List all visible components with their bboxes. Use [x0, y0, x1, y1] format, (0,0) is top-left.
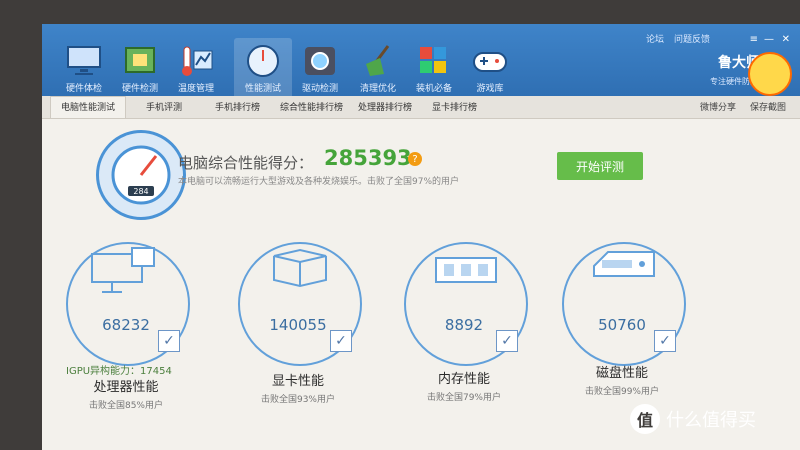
minimize-icon[interactable]: — [764, 34, 774, 45]
tab-gpu-ranking[interactable]: 显卡排行榜 [432, 100, 477, 113]
feedback-link[interactable]: 问题反馈 [674, 32, 710, 45]
forum-link[interactable]: 论坛 [646, 32, 664, 45]
igpu-score: IGPU异构能力：17454 [66, 366, 172, 377]
top-links: 论坛 问题反馈 [646, 32, 710, 45]
watermark-text: 什么值得买 [666, 410, 756, 431]
score-description: 本电脑可以流畅运行大型游戏及各种发烧娱乐。击败了全国97%的用户 [178, 177, 460, 187]
tab-pc-performance[interactable]: 电脑性能测试 [50, 96, 127, 118]
gpu-subtitle: 击败全国93%用户 [260, 395, 335, 405]
check-icon: ✓ [330, 330, 352, 352]
memory-title: 内存性能 [437, 372, 490, 387]
tool-label: 驱动检测 [301, 84, 338, 94]
tool-label: 游戏库 [476, 84, 504, 94]
speedometer-icon: 284 [96, 130, 186, 220]
check-icon: ✓ [496, 330, 518, 352]
monitor-chip-icon [91, 247, 155, 293]
disk-metric: 50760 ✓ [562, 242, 686, 366]
tab-cpu-ranking[interactable]: 处理器排行榜 [358, 100, 412, 113]
monitor-icon[interactable] [62, 44, 106, 78]
save-screenshot-link[interactable]: 保存截图 [750, 100, 786, 113]
tab-phone-ranking[interactable]: 手机排行榜 [215, 100, 260, 113]
close-icon[interactable]: ✕ [782, 34, 790, 45]
gamepad-icon[interactable] [468, 44, 512, 78]
memory-icon [435, 257, 497, 283]
tool-label: 性能测试 [244, 84, 281, 94]
gpu-metric: 140055 ✓ [238, 242, 362, 366]
start-test-button[interactable]: 开始评测 [557, 152, 643, 180]
speedometer-icon[interactable] [241, 44, 285, 78]
cpu-metric: 68232 ✓ [66, 242, 190, 366]
disk-icon [593, 251, 655, 277]
disk-title: 磁盘性能 [595, 366, 648, 381]
cpu-subtitle: 击败全国85%用户 [88, 401, 163, 411]
weibo-share-link[interactable]: 微博分享 [700, 100, 736, 113]
tab-overall-ranking[interactable]: 综合性能排行榜 [280, 100, 343, 113]
chip-icon[interactable] [118, 44, 162, 78]
check-icon: ✓ [158, 330, 180, 352]
score-value: 285393 [324, 146, 412, 170]
subtab-actions: 微博分享 保存截图 [700, 100, 786, 113]
help-icon[interactable]: ? [408, 152, 422, 166]
menu-icon[interactable]: ≡ [750, 34, 758, 45]
graphics-card-icon [273, 248, 327, 288]
tool-label: 硬件检测 [121, 84, 158, 94]
score-panel: 284 电脑综合性能得分： 285393 ? 本电脑可以流畅运行大型游戏及各种发… [42, 120, 800, 230]
cpu-title: 处理器性能 [93, 380, 159, 395]
tab-phone-review[interactable]: 手机评测 [146, 100, 182, 113]
tool-label: 温度管理 [177, 84, 214, 94]
broom-icon[interactable] [356, 44, 400, 78]
watermark: 值 什么值得买 [630, 404, 756, 434]
tool-label: 装机必备 [415, 84, 452, 94]
gear-icon[interactable] [298, 44, 342, 78]
watermark-logo: 值 [630, 404, 660, 434]
tool-label: 清理优化 [359, 84, 396, 94]
memory-metric: 8892 ✓ [404, 242, 528, 366]
thermometer-icon[interactable] [174, 44, 218, 78]
sub-tab-bar: 电脑性能测试 手机评测 手机排行榜 综合性能排行榜 处理器排行榜 显卡排行榜 微… [42, 96, 800, 119]
mascot-avatar [748, 52, 792, 96]
check-icon: ✓ [654, 330, 676, 352]
top-toolbar: 硬件体检 硬件检测 温度管理 性能测试 驱动检测 清理优化 装机必备 游戏库 论… [42, 24, 800, 96]
score-label: 电脑综合性能得分： [178, 154, 314, 172]
gauge-value: 284 [133, 187, 148, 196]
memory-subtitle: 击败全国79%用户 [426, 393, 501, 403]
tool-label: 硬件体检 [65, 84, 102, 94]
gpu-title: 显卡性能 [271, 374, 324, 389]
app-window: 硬件体检 硬件检测 温度管理 性能测试 驱动检测 清理优化 装机必备 游戏库 论… [42, 24, 800, 450]
package-icon[interactable] [412, 44, 456, 78]
disk-subtitle: 击败全国99%用户 [584, 387, 659, 397]
